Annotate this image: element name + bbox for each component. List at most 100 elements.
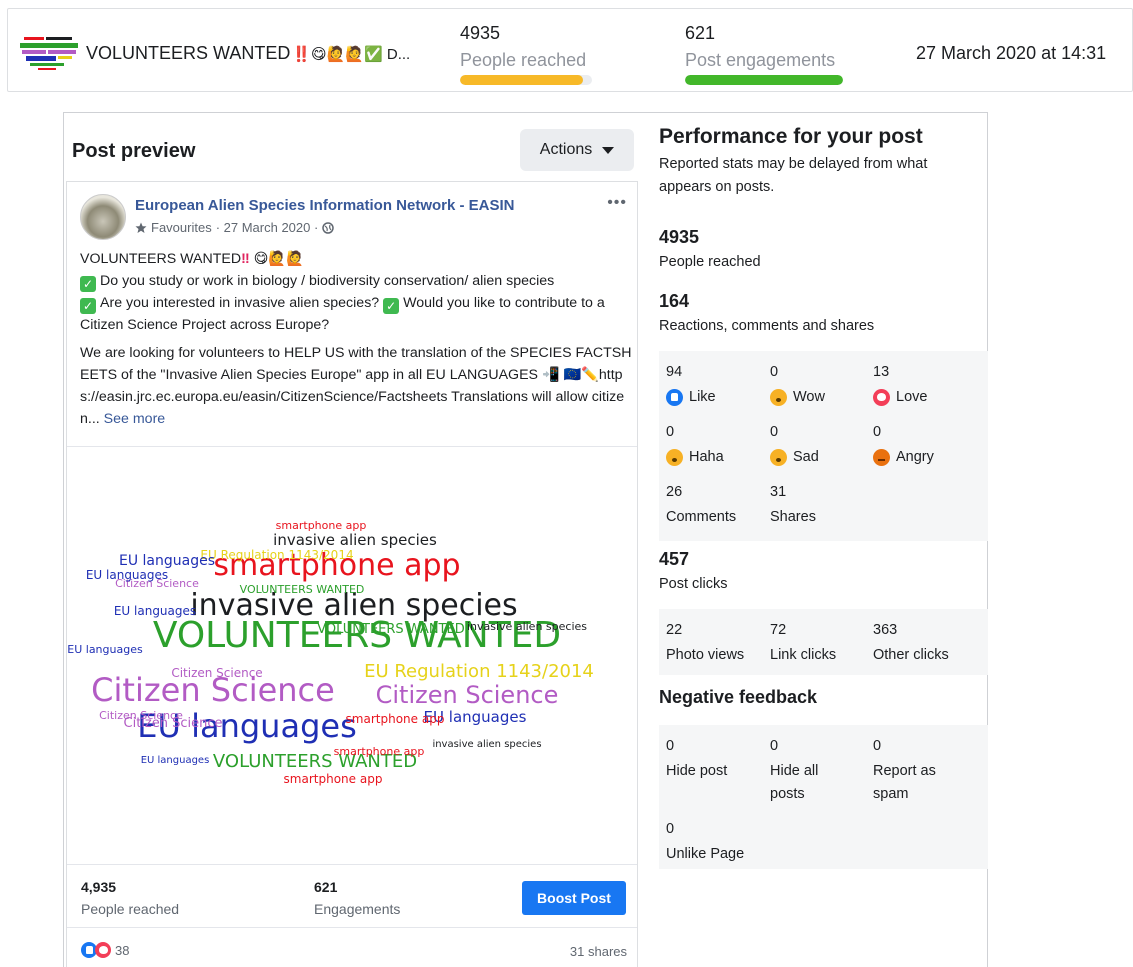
unlike-page-value: 0	[666, 821, 675, 837]
preview-engagement-value: 621	[314, 879, 338, 895]
angry-icon	[873, 449, 890, 466]
preview-reached-label: People reached	[81, 901, 180, 917]
summary-engagement-bar	[685, 75, 843, 85]
post-body-line2: Do you study or work in biology / biodiv…	[100, 273, 555, 289]
page-name-link[interactable]: European Alien Species Information Netwo…	[135, 197, 515, 214]
shares-stat: 31 Shares	[770, 483, 874, 529]
reaction-haha-label: Haha	[689, 449, 724, 465]
see-more-link[interactable]: See more	[104, 411, 166, 427]
word-cloud-word: EU Regulation 1143/2014	[200, 548, 353, 562]
boost-post-button[interactable]: Boost Post	[522, 881, 626, 915]
post-body-emoji: 😋🙋🙋	[253, 251, 304, 267]
summary-reached-bar-fill	[460, 75, 583, 85]
caret-down-icon	[602, 146, 615, 154]
word-cloud-word: invasive alien species	[467, 620, 587, 633]
favourites-label[interactable]: Favourites	[151, 220, 212, 235]
post-title-emoji: ‼️😋🙋🙋✅ D...	[292, 46, 411, 63]
reaction-love-label: Love	[896, 389, 928, 405]
photo-views-value: 22	[666, 622, 683, 638]
shares-label: Shares	[770, 509, 816, 525]
reaction-haha: 0 Haha	[666, 423, 770, 469]
comments-stat: 26 Comments	[666, 483, 770, 529]
post-footer: 38 31 shares	[67, 928, 637, 967]
more-options-icon[interactable]: •••	[607, 194, 627, 212]
post-preview-section: Post preview Actions European Alien Spec…	[64, 113, 646, 967]
report-spam-value: 0	[873, 738, 882, 754]
word-cloud-image: VOLUNTEERS WANTEDinvasive alien species s…	[67, 519, 594, 786]
word-cloud-word: smartphone app	[276, 519, 367, 532]
reactions-breakdown: 94 Like 0 Wow 13 Love 0 Haha 0 Sad 0 Ang…	[659, 351, 988, 541]
wow-icon	[770, 389, 787, 406]
actions-button[interactable]: Actions	[520, 129, 634, 171]
post-title-text: VOLUNTEERS WANTED	[86, 43, 291, 63]
page-avatar[interactable]	[80, 194, 126, 240]
shares-count-link[interactable]: 31 shares	[570, 944, 627, 959]
summary-engagement-bar-fill	[685, 75, 843, 85]
performance-subtitle: Reported stats may be delayed from what …	[659, 156, 928, 195]
summary-engagement-label: Post engagements	[685, 50, 836, 70]
post-date[interactable]: · 27 March 2020 ·	[216, 220, 319, 235]
post-title[interactable]: VOLUNTEERS WANTED ‼️😋🙋🙋✅ D...	[86, 43, 410, 64]
double-exclamation-icon: ‼	[241, 251, 250, 267]
love-icon	[873, 389, 890, 406]
report-spam-stat: 0 Report as spam	[873, 737, 963, 806]
report-spam-label: Report as spam	[873, 763, 936, 802]
negative-feedback-title: Negative feedback	[659, 687, 818, 707]
like-icon	[666, 389, 683, 406]
preview-reached-value: 4,935	[81, 879, 117, 895]
perf-clicks-label: Post clicks	[659, 576, 728, 592]
photo-views-label: Photo views	[666, 647, 745, 663]
reaction-love-value: 13	[873, 364, 890, 380]
star-icon	[135, 222, 147, 233]
post-image[interactable]: VOLUNTEERS WANTED invasive alien species s…	[67, 446, 637, 864]
word-cloud-word: VOLUNTEERS WANTED	[317, 622, 464, 637]
post-body-line3a: Are you interested in invasive alien spe…	[100, 295, 380, 311]
preview-engagement-label: Engagements	[314, 901, 401, 917]
unlike-page-label: Unlike Page	[666, 846, 745, 862]
hide-post-stat: 0 Hide post	[666, 737, 770, 783]
hide-all-posts-label: Hide all posts	[770, 763, 819, 802]
other-clicks-label: Other clicks	[873, 647, 949, 663]
post-body-para2-emoji: 📲 🇪🇺✏️	[541, 367, 599, 383]
haha-icon	[666, 449, 683, 466]
post-body-line1: VOLUNTEERS WANTED	[80, 251, 242, 267]
summary-reached-value: 4935	[460, 23, 501, 43]
word-cloud-word: EU languages	[67, 643, 143, 656]
perf-reactions-value: 164	[659, 291, 690, 311]
word-cloud-word: EU languages	[141, 755, 210, 766]
check-icon: ✓	[80, 276, 96, 292]
photo-views-stat: 22 Photo views	[666, 621, 770, 667]
love-icon	[95, 942, 111, 958]
word-cloud-word: EU languages	[114, 604, 196, 618]
word-cloud-word: smartphone app	[284, 772, 383, 786]
word-cloud-word: EU Regulation 1143/2014	[364, 661, 594, 682]
reaction-count: 38	[115, 942, 130, 958]
check-icon: ✓	[383, 298, 400, 314]
reaction-angry-label: Angry	[896, 449, 934, 465]
globe-icon	[322, 221, 335, 234]
comments-value: 26	[666, 484, 683, 500]
reaction-like: 94 Like	[666, 363, 770, 409]
link-clicks-label: Link clicks	[770, 647, 837, 663]
perf-reached-value: 4935	[659, 227, 700, 247]
summary-date: 27 March 2020 at 14:31	[916, 43, 1107, 63]
reaction-wow-label: Wow	[793, 389, 825, 405]
reaction-wow: 0 Wow	[770, 363, 874, 409]
unlike-page-stat: 0 Unlike Page	[666, 820, 826, 866]
reaction-summary[interactable]: 38	[81, 942, 129, 958]
word-cloud-word: smartphone app	[346, 712, 445, 726]
reaction-angry-value: 0	[873, 424, 882, 440]
link-clicks-stat: 72 Link clicks	[770, 621, 874, 667]
post-meta: Favourites · 27 March 2020 ·	[135, 220, 335, 235]
word-cloud-word: EU languages	[86, 568, 168, 582]
preview-engagements: 621 Engagements	[314, 879, 400, 917]
perf-reached: 4935 People reached	[659, 227, 761, 270]
post-body: VOLUNTEERS WANTED‼ 😋🙋🙋 ✓ Do you study or …	[80, 248, 632, 436]
summary-reached-label: People reached	[460, 50, 587, 70]
post-card: European Alien Species Information Netwo…	[66, 181, 638, 967]
perf-clicks-value: 457	[659, 549, 690, 569]
post-summary-row[interactable]: VOLUNTEERS WANTED ‼️😋🙋🙋✅ D... 4935 People…	[7, 8, 1133, 92]
hide-all-posts-stat: 0 Hide all posts	[770, 737, 850, 806]
comments-label: Comments	[666, 509, 737, 525]
word-cloud-word: EU languages	[119, 553, 215, 569]
